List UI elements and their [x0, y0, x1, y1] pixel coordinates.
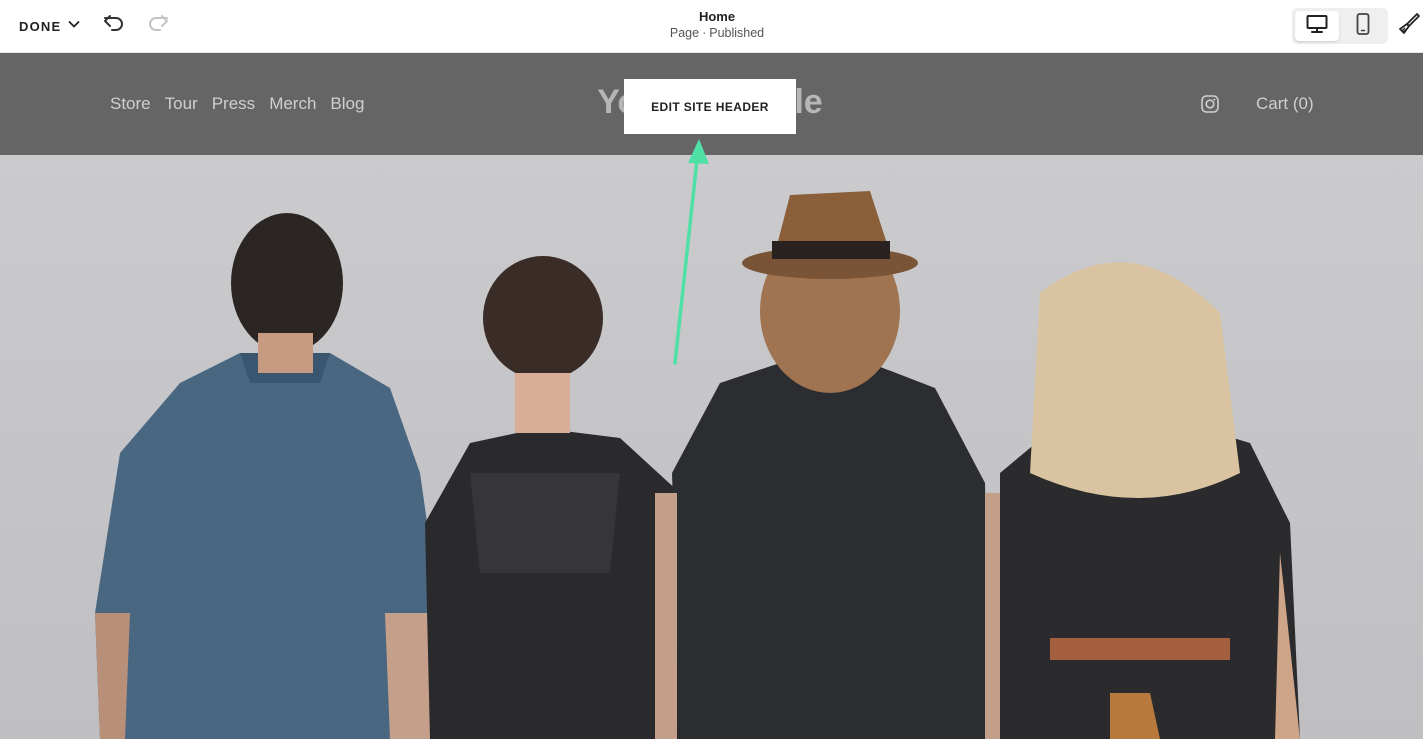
paintbrush-icon — [1397, 12, 1421, 41]
page-type: Page — [669, 26, 700, 40]
annotation-arrow — [673, 139, 709, 365]
nav-link-blog[interactable]: Blog — [330, 94, 364, 114]
chevron-down-icon — [67, 17, 81, 36]
undo-button[interactable] — [100, 11, 128, 39]
nav-link-store[interactable]: Store — [110, 94, 151, 114]
done-label: DONE — [19, 18, 62, 34]
device-view-toggle — [1292, 8, 1388, 44]
editor-toolbar: DONE Home Page · Published — [0, 0, 1423, 53]
cart-link[interactable]: Cart (0) — [1256, 94, 1314, 114]
site-navigation: Store Tour Press Merch Blog — [110, 94, 364, 114]
undo-icon — [103, 13, 125, 38]
nav-link-tour[interactable]: Tour — [165, 94, 198, 114]
page-published: Published — [709, 26, 765, 40]
desktop-view-button[interactable] — [1295, 11, 1339, 41]
nav-link-merch[interactable]: Merch — [269, 94, 316, 114]
redo-button[interactable] — [144, 11, 172, 39]
mobile-icon — [1356, 12, 1370, 40]
edit-site-header-button[interactable]: EDIT SITE HEADER — [624, 79, 796, 134]
page-title: Home — [698, 9, 736, 24]
site-preview[interactable]: Store Tour Press Merch Blog Your Site Ti… — [0, 53, 1423, 739]
desktop-icon — [1306, 14, 1328, 39]
page-status: Page · Published — [617, 25, 817, 41]
done-button[interactable]: DONE — [19, 17, 81, 35]
mobile-view-button[interactable] — [1341, 11, 1385, 41]
page-info: Home Page · Published — [617, 9, 817, 41]
nav-link-press[interactable]: Press — [212, 94, 255, 114]
site-styles-button[interactable] — [1396, 11, 1422, 41]
redo-icon — [147, 13, 169, 38]
separator-dot: · — [702, 26, 707, 40]
instagram-icon[interactable] — [1201, 95, 1219, 113]
